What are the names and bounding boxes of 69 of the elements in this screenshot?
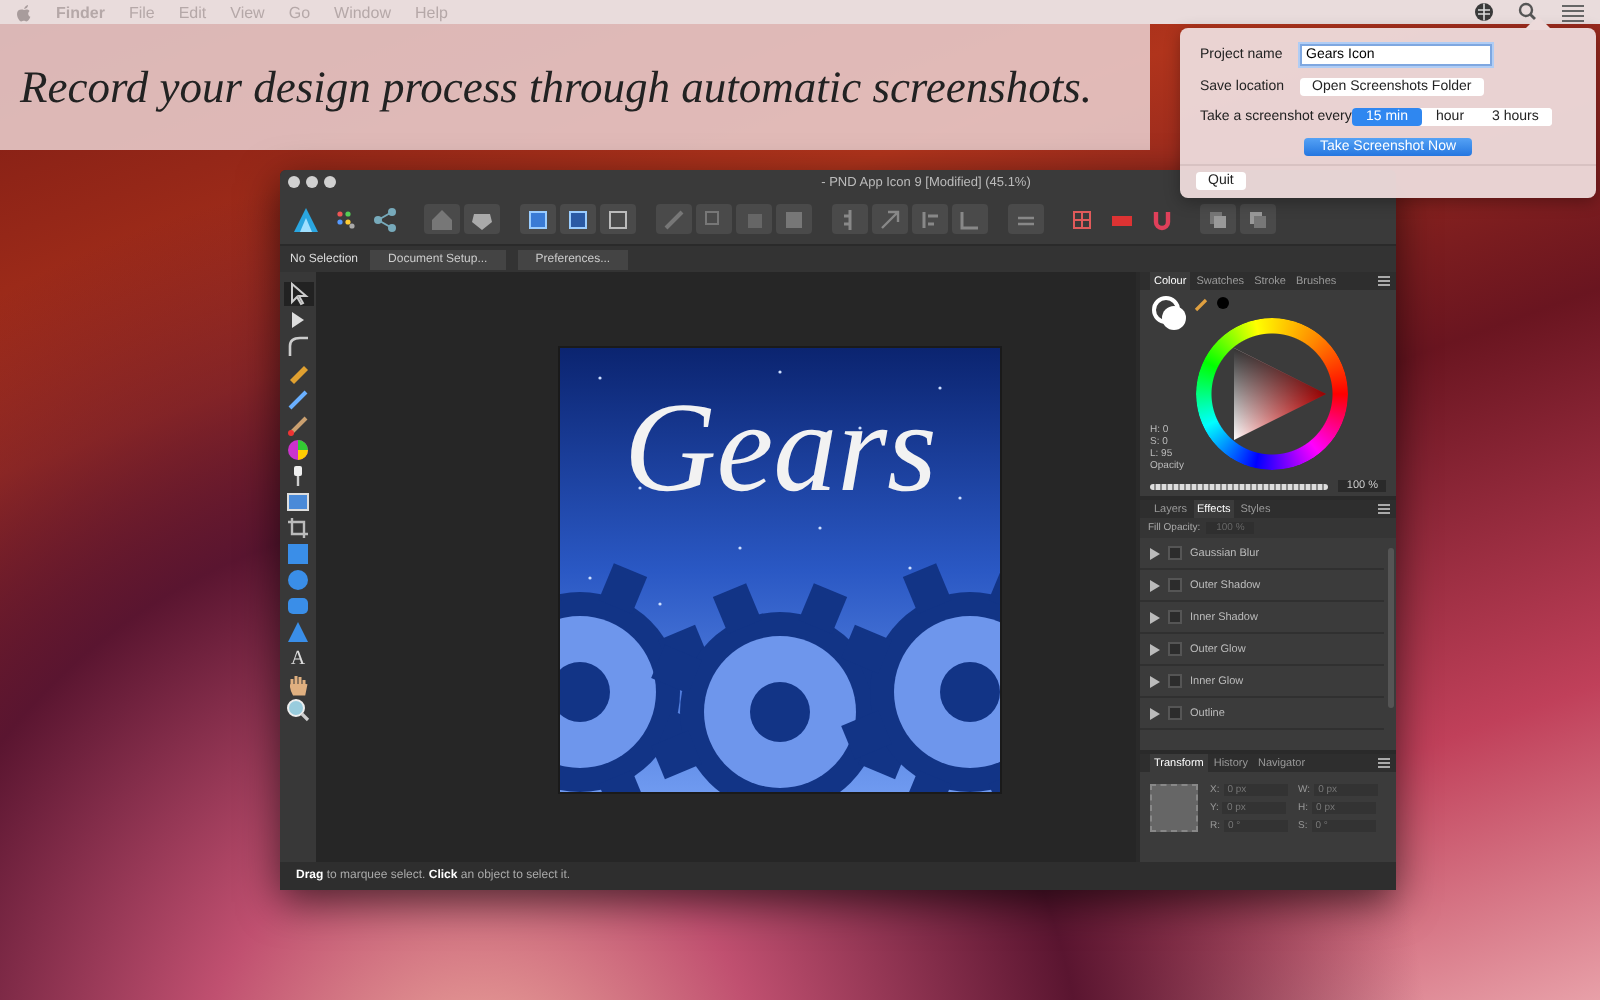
rectangle-icon: [284, 540, 312, 568]
ellipse-icon: [284, 566, 312, 594]
tool-button[interactable]: [283, 386, 313, 410]
dots-icon[interactable]: [332, 205, 360, 233]
grid-icon[interactable]: [1068, 205, 1096, 233]
effect-checkbox[interactable]: [1168, 642, 1182, 656]
magnifier-icon: [284, 696, 312, 724]
close-button[interactable]: [288, 176, 300, 188]
selection-box-icon: [524, 205, 552, 233]
toolbar-button[interactable]: [952, 204, 988, 234]
banner-heading: Record your design process through automatic screenshots.: [18, 61, 1092, 113]
logo-icon[interactable]: [292, 205, 320, 233]
toolbar-button[interactable]: [1008, 204, 1044, 234]
toolbar-button[interactable]: [600, 204, 636, 234]
toolbar-button[interactable]: [832, 204, 868, 234]
shape-icon: [660, 205, 688, 233]
effect-checkbox[interactable]: [1168, 674, 1182, 688]
tool-button[interactable]: [283, 490, 313, 514]
hand-icon: [284, 670, 312, 698]
align-icon: [876, 205, 904, 233]
colour-well-icon: [1216, 296, 1230, 310]
artwork-title: Gears: [624, 384, 937, 512]
opacity-slider[interactable]: [1150, 483, 1329, 489]
tool-button[interactable]: [283, 438, 313, 462]
expand-triangle-icon: [1150, 675, 1160, 687]
tool-button[interactable]: [283, 334, 313, 358]
tool-button[interactable]: [283, 698, 313, 722]
toolbar-button[interactable]: [464, 204, 500, 234]
expand-triangle-icon: [1150, 547, 1160, 559]
apple-logo-icon: [16, 3, 32, 21]
panel-menu-icon: [1378, 276, 1390, 286]
house-icon: [428, 205, 456, 233]
search-icon: [1518, 2, 1538, 22]
tool-button[interactable]: [283, 282, 313, 306]
colour-swatches-icon: [1152, 296, 1188, 332]
rounded-rectangle-icon: [284, 592, 312, 620]
colour-triangle: [1234, 348, 1326, 440]
expand-triangle-icon: [1150, 707, 1160, 719]
toolbar-button[interactable]: [1200, 204, 1236, 234]
effect-checkbox[interactable]: [1168, 546, 1182, 560]
toolbar-button[interactable]: [1240, 204, 1276, 234]
triangle-icon: [284, 618, 312, 646]
effect-checkbox[interactable]: [1168, 610, 1182, 624]
panel-menu-icon: [1378, 504, 1390, 514]
minimize-button[interactable]: [306, 176, 318, 188]
toolbar-button[interactable]: [520, 204, 556, 234]
corner-icon: [284, 332, 312, 360]
crop-icon: [284, 514, 312, 542]
expand-triangle-icon: [1150, 611, 1160, 623]
fill-icon: [284, 436, 312, 464]
tool-button[interactable]: [283, 516, 313, 540]
effect-checkbox[interactable]: [1168, 578, 1182, 592]
selection-box-icon: [604, 205, 632, 233]
picture-icon: [284, 488, 312, 516]
panel-menu-icon: [1378, 758, 1390, 768]
toolbar-button[interactable]: [560, 204, 596, 234]
scrollbar[interactable]: [1388, 548, 1394, 708]
expand-triangle-icon: [1150, 579, 1160, 591]
zoom-button[interactable]: [324, 176, 336, 188]
selection-box-icon: [564, 205, 592, 233]
toolbar-button[interactable]: [872, 204, 908, 234]
expand-triangle-icon: [1150, 643, 1160, 655]
tool-button[interactable]: [283, 412, 313, 436]
eyedropper-icon: [1194, 296, 1210, 312]
effect-checkbox[interactable]: [1168, 706, 1182, 720]
toolbar-button[interactable]: [912, 204, 948, 234]
share-icon[interactable]: [372, 205, 400, 233]
text-tool-button[interactable]: A: [283, 646, 313, 670]
list-icon: [1562, 3, 1584, 21]
